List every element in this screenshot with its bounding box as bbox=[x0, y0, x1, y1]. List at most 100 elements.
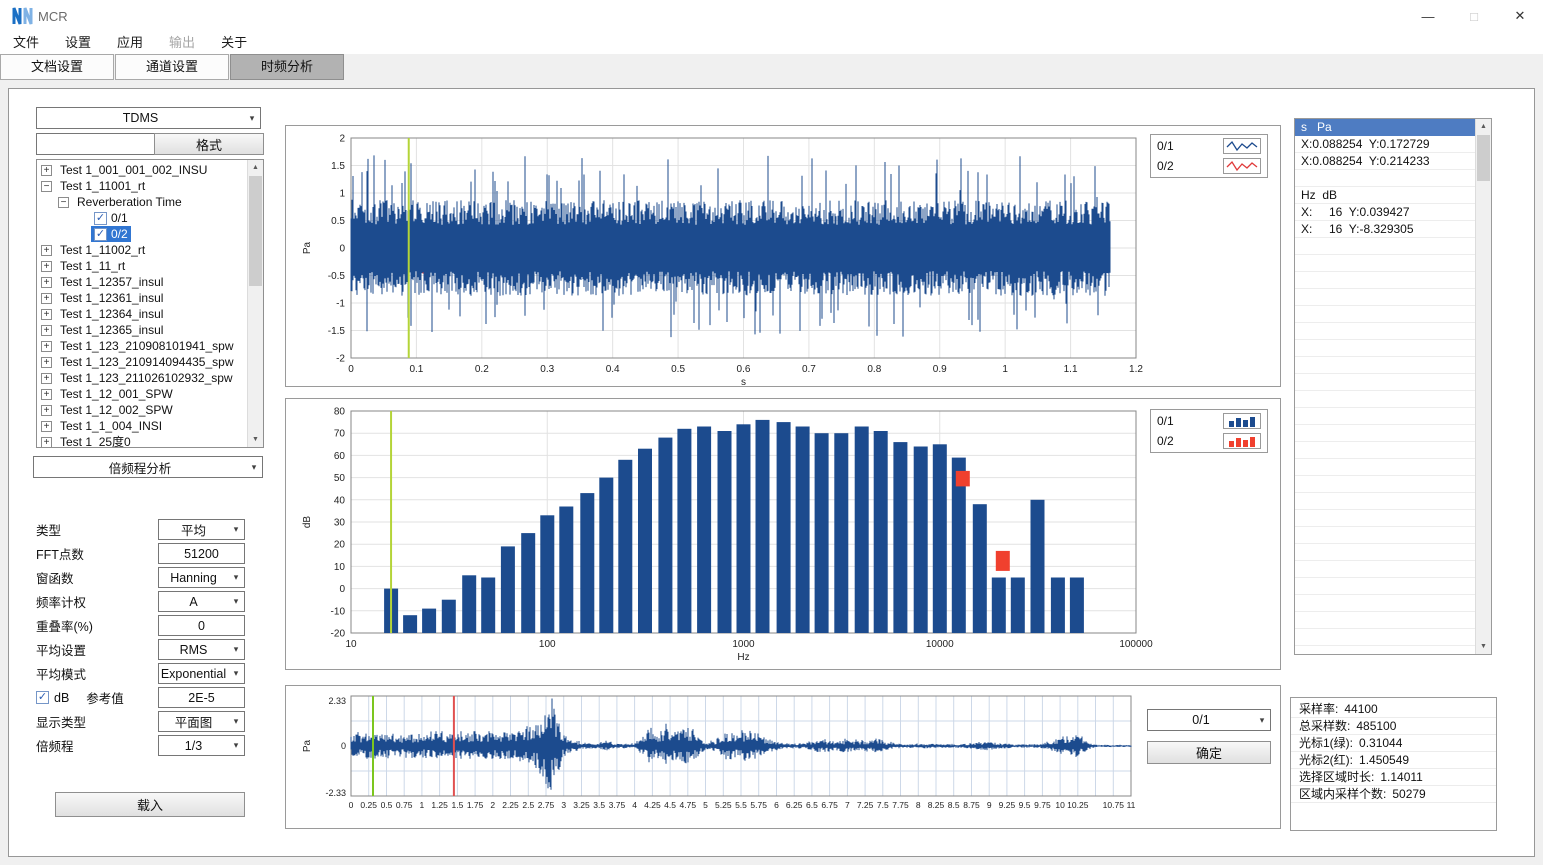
average-setting-select[interactable]: RMS▾ bbox=[158, 639, 245, 660]
display-type-select-value: 平面图 bbox=[159, 712, 228, 731]
minimize-button[interactable]: — bbox=[1405, 0, 1451, 32]
svg-text:40: 40 bbox=[334, 495, 346, 506]
expand-icon[interactable]: + bbox=[41, 405, 52, 416]
tree-item[interactable]: + Test 1_1_004_INSI bbox=[39, 418, 246, 434]
tree-item-content[interactable]: Test 1_12361_insul bbox=[57, 290, 166, 306]
scroll-up-icon[interactable]: ▲ bbox=[1476, 119, 1491, 134]
expand-icon[interactable]: + bbox=[41, 261, 52, 272]
tree-item-content[interactable]: Test 1_123_210908101941_spw bbox=[57, 338, 236, 354]
tree-item[interactable]: + Test 1_12_002_SPW bbox=[39, 402, 246, 418]
cursor-table-row bbox=[1295, 408, 1475, 425]
load-button[interactable]: 载入 bbox=[55, 792, 245, 817]
tree-item-content[interactable]: Reverberation Time bbox=[74, 194, 185, 210]
expand-icon[interactable]: + bbox=[41, 325, 52, 336]
tree-item[interactable]: + Test 1_001_001_002_INSU bbox=[39, 162, 246, 178]
format-button[interactable]: 格式 bbox=[154, 133, 264, 155]
scroll-down-icon[interactable]: ▼ bbox=[1476, 639, 1491, 654]
expand-icon[interactable]: + bbox=[41, 437, 52, 448]
tree-item-content[interactable]: Test 1_12357_insul bbox=[57, 274, 166, 290]
tree-item-content[interactable]: Test 1_12365_insul bbox=[57, 322, 166, 338]
expand-icon[interactable]: + bbox=[41, 341, 52, 352]
tree-item[interactable]: + Test 1_123_210914094435_spw bbox=[39, 354, 246, 370]
collapse-icon[interactable]: − bbox=[58, 197, 69, 208]
tree-item-content[interactable]: Test 1_123_210914094435_spw bbox=[57, 354, 236, 370]
overlap-input[interactable]: 0 bbox=[158, 615, 245, 636]
tree-item[interactable]: + Test 1_11002_rt bbox=[39, 242, 246, 258]
db-checkbox[interactable]: ✓ bbox=[36, 691, 49, 704]
cursor-table-header[interactable]: s Pa bbox=[1295, 119, 1475, 136]
tree-item[interactable]: + Test 1_25度0 bbox=[39, 434, 246, 447]
tree-item[interactable]: + Test 1_11_rt bbox=[39, 258, 246, 274]
tree-item-content[interactable]: Test 1_001_001_002_INSU bbox=[57, 162, 210, 178]
menu-item-1[interactable]: 设置 bbox=[52, 32, 104, 54]
reference-value-input[interactable]: 2E-5 bbox=[158, 687, 245, 708]
tree-item-content[interactable]: Test 1_11001_rt bbox=[57, 178, 148, 194]
octave-bar bbox=[992, 578, 1006, 634]
expand-icon[interactable]: + bbox=[41, 421, 52, 432]
expand-icon[interactable]: + bbox=[41, 357, 52, 368]
tree-item[interactable]: + Test 1_12_001_SPW bbox=[39, 386, 246, 402]
tree-item-content[interactable]: ✓0/1 bbox=[91, 210, 131, 226]
tree-item-content[interactable]: Test 1_11_rt bbox=[57, 258, 128, 274]
display-type-select[interactable]: 平面图▾ bbox=[158, 711, 245, 732]
tree-item-content[interactable]: Test 1_123_211026102932_spw bbox=[57, 370, 236, 386]
tree-item[interactable]: −Reverberation Time bbox=[39, 194, 246, 210]
tree-item[interactable]: + Test 1_12361_insul bbox=[39, 290, 246, 306]
tree-scrollbar[interactable]: ▲ ▼ bbox=[247, 160, 263, 447]
tree-scrollbar-thumb[interactable] bbox=[249, 176, 262, 286]
tree-item[interactable]: + Test 1_12364_insul bbox=[39, 306, 246, 322]
expand-icon[interactable]: + bbox=[41, 165, 52, 176]
menu-item-4[interactable]: 关于 bbox=[208, 32, 260, 54]
time-chart[interactable]: 00.10.20.30.40.50.60.70.80.911.11.221.51… bbox=[285, 125, 1281, 387]
expand-icon[interactable]: + bbox=[41, 277, 52, 288]
overview-chart[interactable]: 00.250.50.7511.251.51.7522.252.52.7533.2… bbox=[285, 685, 1281, 829]
tree-item-content[interactable]: Test 1_11002_rt bbox=[57, 242, 148, 258]
type-select[interactable]: 平均▾ bbox=[158, 519, 245, 540]
channel-checkbox[interactable]: ✓ bbox=[94, 212, 107, 225]
expand-icon[interactable]: + bbox=[41, 373, 52, 384]
tree-item-content[interactable]: Test 1_12364_insul bbox=[57, 306, 166, 322]
legend-entry: 0/1 bbox=[1152, 136, 1266, 156]
tree-item[interactable]: ✓0/2 bbox=[39, 226, 246, 242]
octave-chart[interactable]: 80706050403020100-10-2010100100010000100… bbox=[285, 398, 1281, 670]
tree-item-content[interactable]: Test 1_12_002_SPW bbox=[57, 402, 176, 418]
tree-item[interactable]: + Test 1_12357_insul bbox=[39, 274, 246, 290]
average-mode-select[interactable]: Exponential▾ bbox=[158, 663, 245, 684]
channel-checkbox[interactable]: ✓ bbox=[94, 228, 107, 241]
expand-icon[interactable]: + bbox=[41, 389, 52, 400]
format-filter-input[interactable] bbox=[36, 133, 155, 155]
tree-item[interactable]: + Test 1_123_211026102932_spw bbox=[39, 370, 246, 386]
expand-icon[interactable]: + bbox=[41, 245, 52, 256]
table-scrollbar-thumb[interactable] bbox=[1477, 135, 1490, 181]
tab-0[interactable]: 文档设置 bbox=[0, 54, 114, 80]
tree-item-content[interactable]: Test 1_25度0 bbox=[57, 434, 134, 447]
tree-item[interactable]: + Test 1_123_210908101941_spw bbox=[39, 338, 246, 354]
file-format-select[interactable]: TDMS ▾ bbox=[36, 107, 261, 129]
table-scrollbar[interactable]: ▲ ▼ bbox=[1475, 119, 1491, 654]
collapse-icon[interactable]: − bbox=[41, 181, 52, 192]
close-button[interactable]: ✕ bbox=[1497, 0, 1543, 32]
frequency-weighting-select[interactable]: A▾ bbox=[158, 591, 245, 612]
octave-select[interactable]: 1/3▾ bbox=[158, 735, 245, 756]
maximize-button[interactable]: □ bbox=[1451, 0, 1497, 32]
octave-bar bbox=[756, 420, 770, 633]
window-function-select[interactable]: Hanning▾ bbox=[158, 567, 245, 588]
tree-item-content[interactable]: Test 1_12_001_SPW bbox=[57, 386, 176, 402]
fft-points-input[interactable]: 51200 bbox=[158, 543, 245, 564]
menu-item-2[interactable]: 应用 bbox=[104, 32, 156, 54]
tree-item-content[interactable]: Test 1_1_004_INSI bbox=[57, 418, 165, 434]
expand-icon[interactable]: + bbox=[41, 293, 52, 304]
overview-channel-select[interactable]: 0/1 ▾ bbox=[1147, 709, 1271, 731]
scroll-up-icon[interactable]: ▲ bbox=[248, 160, 263, 175]
expand-icon[interactable]: + bbox=[41, 309, 52, 320]
analysis-type-select[interactable]: 倍频程分析 ▾ bbox=[33, 456, 263, 478]
tree-item[interactable]: ✓0/1 bbox=[39, 210, 246, 226]
scroll-down-icon[interactable]: ▼ bbox=[248, 432, 263, 447]
tree-item[interactable]: −Test 1_11001_rt bbox=[39, 178, 246, 194]
tab-1[interactable]: 通道设置 bbox=[115, 54, 229, 80]
tree-item-content[interactable]: ✓0/2 bbox=[91, 226, 131, 242]
tab-2[interactable]: 时频分析 bbox=[230, 54, 344, 80]
menu-item-0[interactable]: 文件 bbox=[0, 32, 52, 54]
tree-item[interactable]: + Test 1_12365_insul bbox=[39, 322, 246, 338]
confirm-button[interactable]: 确定 bbox=[1147, 741, 1271, 764]
